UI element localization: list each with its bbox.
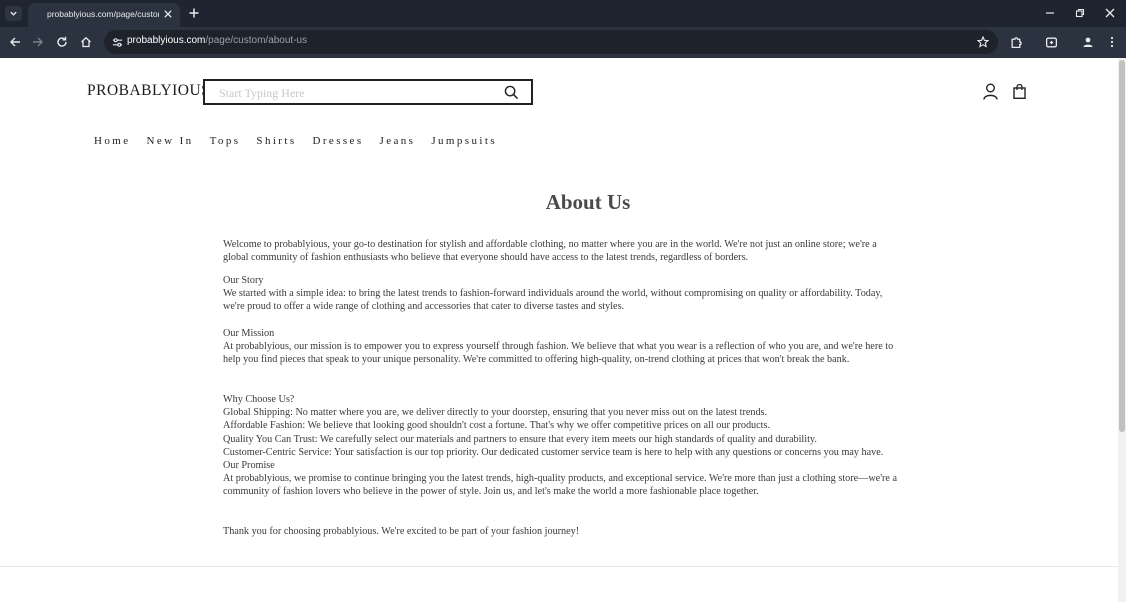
why-shipping: Global Shipping: No matter where you are… [223, 407, 768, 419]
browser-tab[interactable]: probablyious.com/page/custom/about-us [28, 3, 180, 27]
restore-button[interactable] [1073, 6, 1087, 20]
menu-button[interactable] [1105, 35, 1119, 49]
intro-text: Welcome to probablyious, your go-to dest… [223, 239, 877, 264]
footer-divider [0, 566, 1118, 567]
why-quality: Quality You Can Trust: We carefully sele… [223, 433, 817, 445]
home-button[interactable] [79, 35, 93, 49]
chevron-down-icon [10, 11, 17, 16]
nav-new-in[interactable]: New In [146, 135, 193, 147]
forward-button[interactable] [31, 35, 45, 49]
mission-section: Our Mission At probablyious, our mission… [223, 327, 901, 367]
extensions-button[interactable] [1009, 35, 1023, 49]
home-icon [81, 36, 91, 48]
tab-close-button[interactable] [162, 8, 174, 20]
cart-button[interactable] [1012, 83, 1026, 99]
new-tab-button[interactable] [187, 6, 200, 19]
screenshot-button[interactable] [1044, 35, 1058, 49]
main-navigation: Home New In Tops Shirts Dresses Jeans Ju… [94, 135, 513, 147]
nav-jumpsuits[interactable]: Jumpsuits [431, 135, 497, 147]
why-section: Why Choose Us? Global Shipping: No matte… [223, 393, 901, 499]
nav-dresses[interactable]: Dresses [313, 135, 364, 147]
close-icon [164, 10, 172, 18]
nav-tops[interactable]: Tops [210, 135, 241, 147]
close-window-button[interactable] [1103, 6, 1117, 20]
story-section: Our Story We started with a simple idea:… [223, 274, 901, 314]
nav-shirts[interactable]: Shirts [256, 135, 296, 147]
site-info-button[interactable] [111, 36, 123, 48]
restore-icon [1075, 8, 1085, 18]
url-path: /page/custom/about-us [205, 35, 308, 46]
search-icon [504, 85, 518, 99]
story-text: We started with a simple idea: to bring … [223, 288, 883, 313]
scrollbar-thumb[interactable] [1119, 60, 1125, 432]
person-icon [1083, 37, 1093, 47]
more-vert-icon [1110, 36, 1114, 48]
close-icon [1105, 8, 1115, 18]
nav-jeans[interactable]: Jeans [380, 135, 416, 147]
mission-heading: Our Mission [223, 328, 275, 339]
site-logo[interactable]: PROBABLYIOUS [87, 82, 210, 100]
shopping-bag-icon [1012, 83, 1026, 99]
page-title: About Us [545, 190, 631, 214]
thanks-text: Thank you for choosing probablyious. We'… [223, 526, 580, 537]
plus-icon [189, 8, 198, 17]
story-heading: Our Story [223, 275, 264, 286]
url-text: probablyious.com/page/custom/about-us [127, 35, 307, 46]
user-icon [982, 83, 998, 100]
url-host: probablyious.com [127, 35, 206, 46]
mission-text: At probablyious, our mission is to empow… [223, 341, 894, 366]
search-input[interactable] [219, 85, 499, 101]
promise-text: At probablyious, we promise to continue … [223, 473, 898, 498]
account-button[interactable] [982, 82, 998, 100]
browser-tab-bar: probablyious.com/page/custom/about-us [0, 0, 1126, 27]
tune-icon [112, 37, 122, 47]
minimize-button[interactable] [1043, 6, 1057, 20]
address-bar[interactable]: probablyious.com/page/custom/about-us [104, 30, 998, 54]
puzzle-icon [1011, 36, 1022, 48]
why-heading: Why Choose Us? [223, 394, 295, 405]
tab-title: probablyious.com/page/custom/about-us [47, 9, 159, 19]
minimize-icon [1046, 12, 1054, 14]
why-service: Customer-Centric Service: Your satisfact… [223, 446, 884, 458]
page-scrollbar[interactable] [1118, 58, 1126, 602]
web-page: PROBABLYIOUS Home New In Tops Shirts Dre… [0, 58, 1126, 602]
arrow-left-icon [10, 37, 20, 47]
profile-button[interactable] [1081, 35, 1095, 49]
star-icon [976, 35, 989, 48]
arrow-right-icon [33, 37, 43, 47]
back-button[interactable] [8, 35, 22, 49]
why-affordable: Affordable Fashion: We believe that look… [223, 420, 771, 432]
bookmark-button[interactable] [976, 35, 989, 48]
reload-button[interactable] [55, 35, 69, 49]
reload-icon [57, 36, 67, 47]
browser-toolbar: probablyious.com/page/custom/about-us [0, 27, 1126, 58]
search-button[interactable] [503, 84, 519, 100]
nav-home[interactable]: Home [94, 135, 130, 147]
promise-heading: Our Promise [223, 460, 275, 472]
tab-search-button[interactable] [5, 6, 22, 21]
search-bar [203, 79, 533, 105]
capture-icon [1045, 37, 1057, 47]
